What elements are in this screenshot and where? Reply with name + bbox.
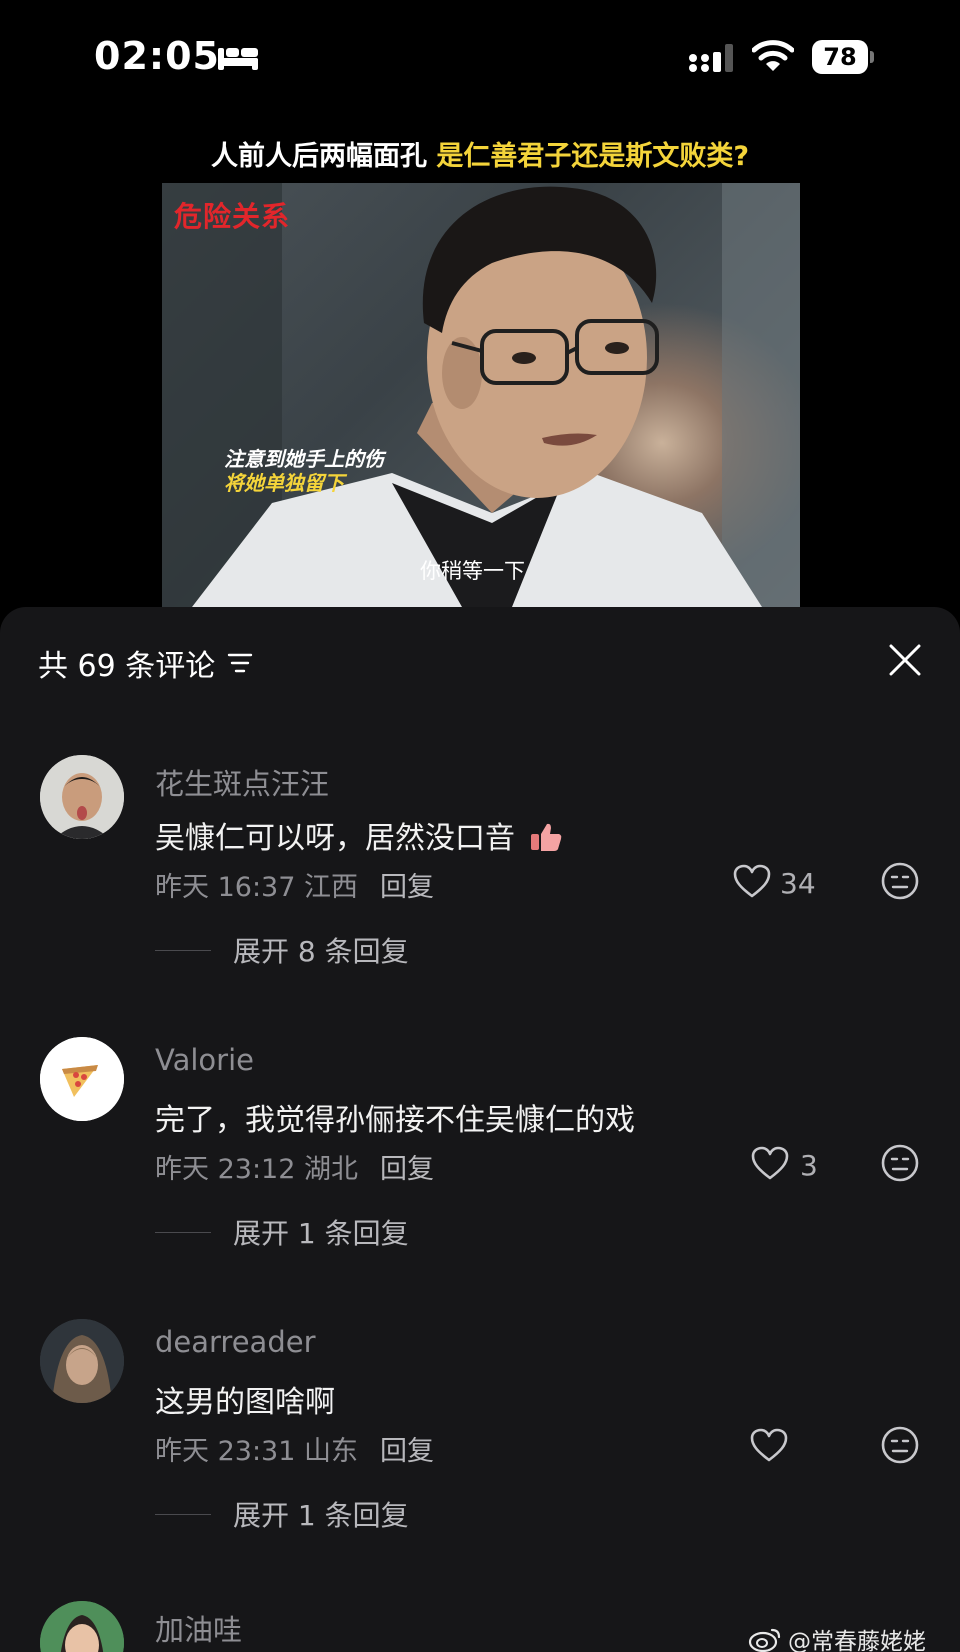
video-caption: 人前人后两幅面孔 是仁善君子还是斯文败类? xyxy=(0,134,960,173)
like-count: 3 xyxy=(800,1149,818,1182)
dislike-emoji-icon[interactable] xyxy=(880,861,920,901)
subtitle-line-2: 将她单独留下 xyxy=(224,471,344,495)
status-time: 02:05 xyxy=(94,34,220,78)
drama-logo: 危险关系 xyxy=(174,200,291,233)
comment-meta: 昨天 16:37 江西 回复 xyxy=(155,865,434,904)
comments-sheet: 共 69 条评论 花生斑点汪汪 吴慷仁可以呀，居然没口音 昨天 16:37 江西… xyxy=(0,607,960,1652)
reply-button[interactable]: 回复 xyxy=(380,1154,434,1185)
doctor-character-image xyxy=(162,183,800,607)
avatar[interactable] xyxy=(40,1601,124,1652)
watermark-text: @常春藤姥姥 xyxy=(788,1629,926,1652)
reply-button[interactable]: 回复 xyxy=(380,872,434,903)
comment-username[interactable]: dearreader xyxy=(155,1325,316,1359)
expand-replies-label: 展开 1 条回复 xyxy=(233,1217,409,1250)
battery-level: 78 xyxy=(812,40,868,74)
battery-tip xyxy=(870,51,874,63)
thumbs-up-emoji-icon xyxy=(530,823,561,851)
comment-time-location: 昨天 23:31 山东 xyxy=(155,1436,358,1467)
comment-username[interactable]: 花生斑点汪汪 xyxy=(155,761,329,803)
comment-text: 吴慷仁可以呀，居然没口音 xyxy=(155,813,563,857)
status-bar: 02:05 78 xyxy=(0,0,960,115)
sort-filter-icon[interactable] xyxy=(227,652,253,674)
expand-replies-button[interactable]: 展开 8 条回复 xyxy=(155,930,409,970)
heart-icon[interactable] xyxy=(732,863,772,899)
close-icon[interactable] xyxy=(888,643,922,677)
comment-body: 这男的图啥啊 xyxy=(155,1385,335,1420)
caption-white-text: 人前人后两幅面孔 xyxy=(210,141,437,172)
avatar-image xyxy=(40,1601,124,1652)
comment-username[interactable]: Valorie xyxy=(155,1043,254,1077)
comment-username[interactable]: 加油哇 xyxy=(155,1607,242,1649)
comment-body: 完了，我觉得孙俪接不住吴慷仁的戏 xyxy=(155,1103,635,1138)
comment-time-location: 昨天 16:37 江西 xyxy=(155,872,358,903)
dislike-emoji-icon[interactable] xyxy=(880,1425,920,1465)
avatar[interactable] xyxy=(40,1319,124,1403)
comment-body: 吴慷仁可以呀，居然没口音 xyxy=(155,821,515,856)
comment-meta: 昨天 23:12 湖北 回复 xyxy=(155,1147,434,1186)
cellular-signal-icon xyxy=(689,44,733,72)
video-subtitle-bottom: 你稍等一下 xyxy=(420,559,525,583)
divider-line xyxy=(155,1513,211,1515)
expand-replies-button[interactable]: 展开 1 条回复 xyxy=(155,1212,409,1252)
comment-item: Valorie 完了，我觉得孙俪接不住吴慷仁的戏 昨天 23:12 湖北 回复 3… xyxy=(0,1037,960,1257)
expand-replies-button[interactable]: 展开 1 条回复 xyxy=(155,1494,409,1534)
avatar[interactable] xyxy=(40,1037,124,1121)
sleep-mode-icon xyxy=(218,48,258,70)
avatar[interactable] xyxy=(40,755,124,839)
expand-replies-label: 展开 1 条回复 xyxy=(233,1499,409,1532)
divider-line xyxy=(155,949,211,951)
video-subtitle-side: 注意到她手上的伤 将她单独留下 xyxy=(224,447,384,495)
comment-meta: 昨天 23:31 山东 回复 xyxy=(155,1429,434,1468)
heart-icon[interactable] xyxy=(749,1427,789,1463)
comment-item: dearreader 这男的图啥啊 昨天 23:31 山东 回复 展开 1 条回复 xyxy=(0,1319,960,1539)
divider-line xyxy=(155,1231,211,1233)
pizza-avatar-image xyxy=(40,1037,124,1121)
subtitle-line-1: 注意到她手上的伤 xyxy=(224,447,384,471)
weibo-watermark: @常春藤姥姥 xyxy=(748,1622,926,1652)
avatar-image xyxy=(40,1319,124,1403)
dislike-emoji-icon[interactable] xyxy=(880,1143,920,1183)
expand-replies-label: 展开 8 条回复 xyxy=(233,935,409,968)
comment-count: 共 69 条评论 xyxy=(38,649,216,684)
heart-icon[interactable] xyxy=(750,1145,790,1181)
weibo-logo-icon xyxy=(748,1628,781,1652)
reply-button[interactable]: 回复 xyxy=(380,1436,434,1467)
avatar-image xyxy=(40,755,124,839)
video-player[interactable]: 危险关系 注意到她手上的伤 将她单独留下 你稍等一下 xyxy=(162,183,800,607)
wifi-icon xyxy=(752,40,794,71)
comment-item: 花生斑点汪汪 吴慷仁可以呀，居然没口音 昨天 16:37 江西 回复 34 展开 … xyxy=(0,755,960,975)
comments-header: 共 69 条评论 xyxy=(38,641,253,685)
caption-highlight-text: 是仁善君子还是斯文败类? xyxy=(436,141,750,172)
comment-time-location: 昨天 23:12 湖北 xyxy=(155,1154,358,1185)
battery-indicator: 78 xyxy=(812,40,874,74)
like-count: 34 xyxy=(780,867,816,900)
